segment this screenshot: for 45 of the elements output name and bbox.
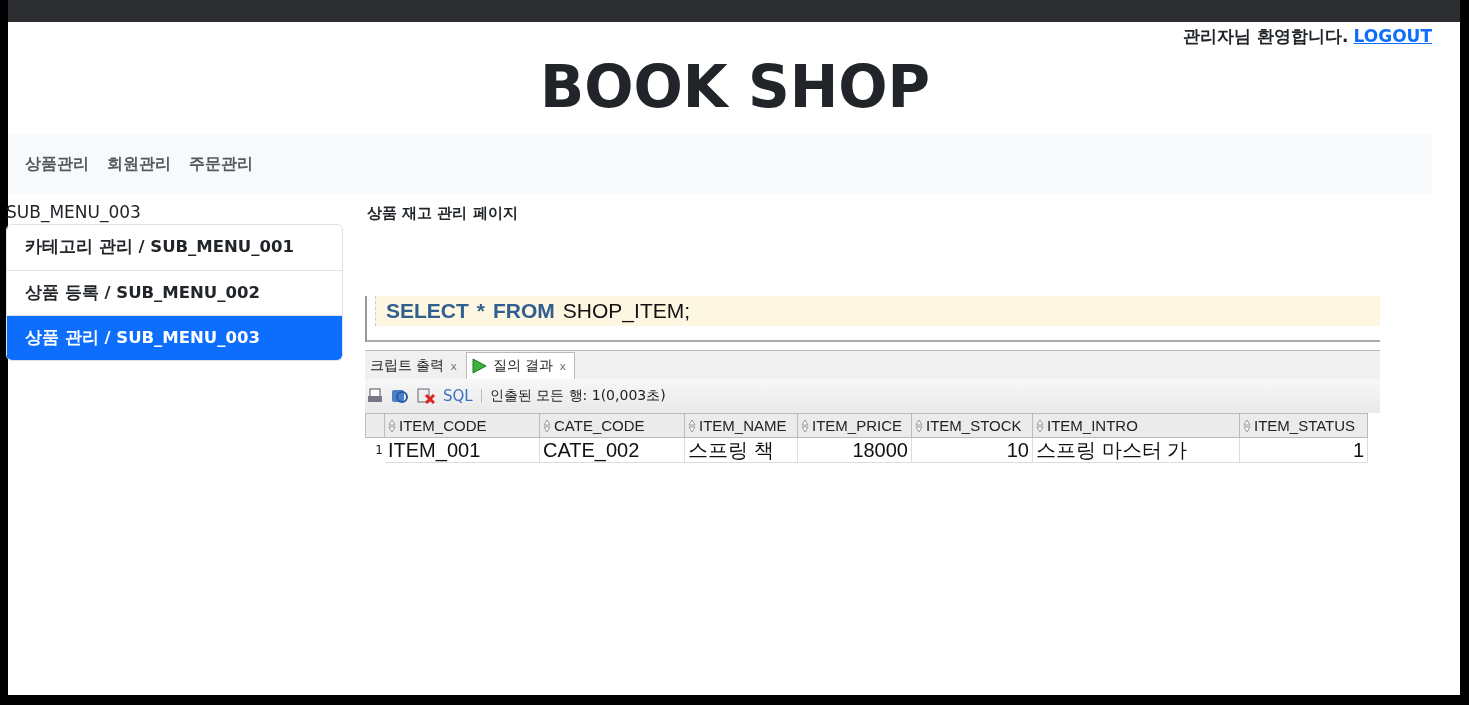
run-icon <box>470 358 487 374</box>
sort-icon <box>688 418 696 433</box>
sort-icon <box>1036 418 1044 433</box>
tab-label: 크립트 출력 <box>370 357 445 375</box>
site-title: BOOK SHOP <box>538 52 932 123</box>
column-header[interactable]: ITEM_NAME <box>685 413 798 438</box>
result-tab[interactable]: 크립트 출력 x <box>365 352 466 379</box>
nav-link[interactable]: 회원관리 <box>107 153 171 175</box>
sort-icon <box>1243 418 1251 433</box>
nav-link[interactable]: 상품관리 <box>25 153 89 175</box>
submenu-item[interactable]: 상품 등록 / SUB_MENU_002 <box>7 270 342 315</box>
column-header[interactable]: ITEM_STOCK <box>912 413 1033 438</box>
submenu-item[interactable]: 상품 관리 / SUB_MENU_003 <box>7 315 342 360</box>
table-cell: 스프링 책 <box>685 438 798 463</box>
refresh-icon[interactable] <box>391 388 409 404</box>
sql-link[interactable]: SQL <box>443 387 473 405</box>
sort-icon <box>915 418 923 433</box>
table-cell: 10 <box>912 438 1033 463</box>
table-cell: CATE_002 <box>540 438 685 463</box>
row-header <box>365 413 385 438</box>
column-header[interactable]: ITEM_INTRO <box>1033 413 1240 438</box>
fetch-status: 인출된 모든 행: 1(0,003초) <box>489 387 666 405</box>
sort-icon <box>388 418 396 433</box>
table-cell: ITEM_001 <box>385 438 540 463</box>
table-cell: 1 <box>1240 438 1368 463</box>
table-cell: 18000 <box>798 438 912 463</box>
submenu-item[interactable]: 카테고리 관리 / SUB_MENU_001 <box>7 225 342 270</box>
table-cell: 스프링 마스터 가 <box>1033 438 1240 463</box>
sort-icon <box>543 418 551 433</box>
nav-link[interactable]: 주문관리 <box>189 153 253 175</box>
column-header[interactable]: CATE_CODE <box>540 413 685 438</box>
column-header[interactable]: ITEM_STATUS <box>1240 413 1368 438</box>
row-number: 1 <box>374 442 384 459</box>
close-icon[interactable]: x <box>450 359 457 373</box>
page-heading: 상품 재고 관리 페이지 <box>367 203 519 224</box>
logout-link[interactable]: LOGOUT <box>1353 26 1432 46</box>
welcome-text: 관리자님 환영합니다. <box>1183 24 1349 48</box>
printer-icon[interactable] <box>367 388 383 404</box>
column-header[interactable]: ITEM_CODE <box>385 413 540 438</box>
tab-label: 질의 결과 <box>492 357 554 375</box>
result-tab[interactable]: 질의 결과 x <box>465 352 575 379</box>
sort-icon <box>801 418 809 433</box>
column-header[interactable]: ITEM_PRICE <box>798 413 912 438</box>
close-icon[interactable]: x <box>559 359 566 373</box>
delete-icon[interactable] <box>417 388 435 404</box>
